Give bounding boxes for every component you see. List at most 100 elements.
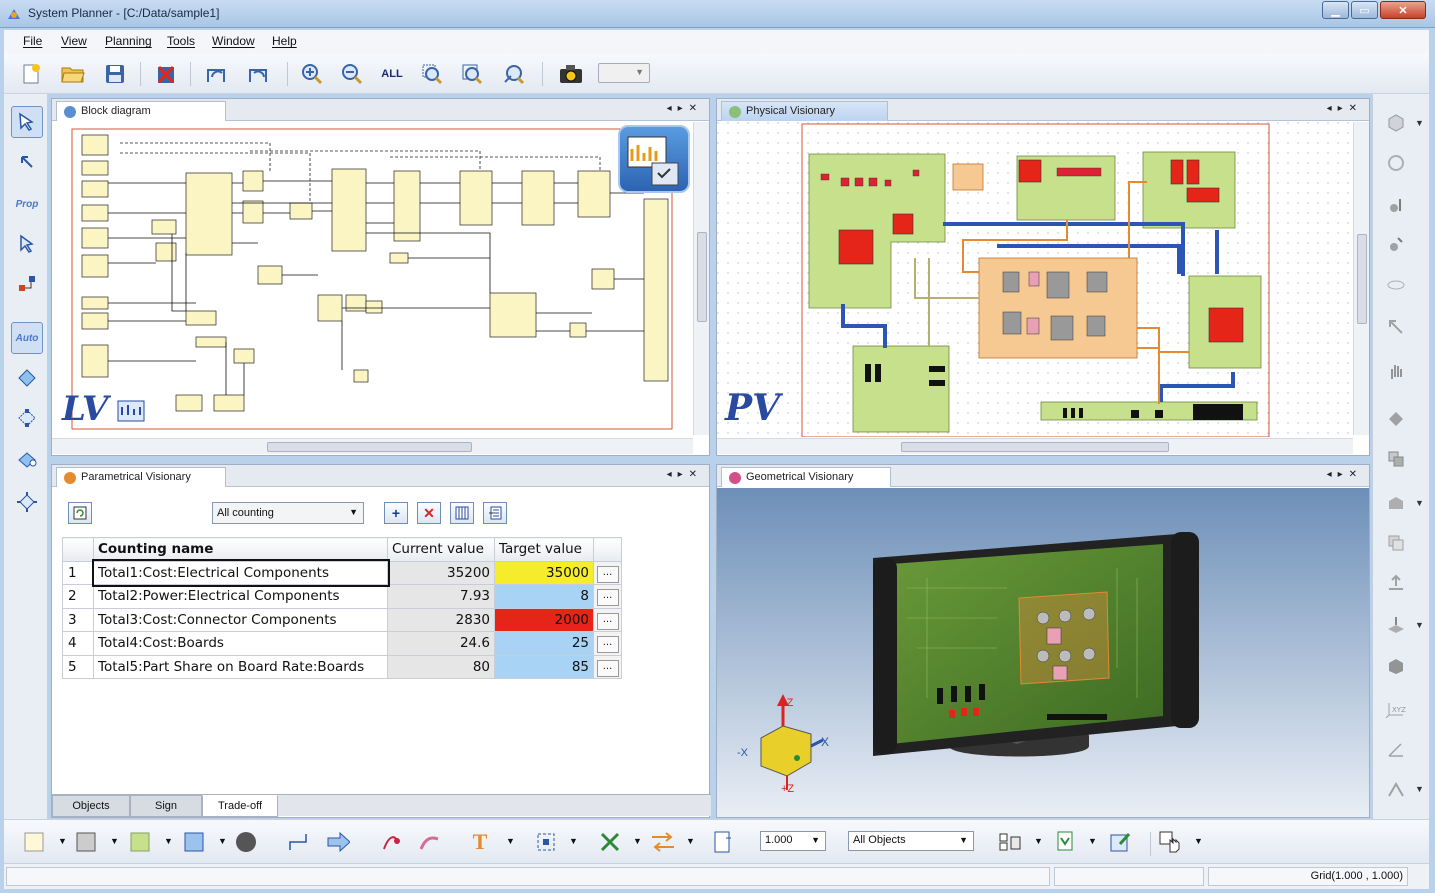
close-button[interactable]: ✕ xyxy=(1380,1,1426,19)
rotate-free-icon[interactable] xyxy=(1381,230,1411,260)
menu-help[interactable]: Help xyxy=(272,34,297,48)
column-header-current-value[interactable]: Current value xyxy=(387,537,495,562)
chevron-down-icon[interactable]: ▼ xyxy=(569,836,578,846)
pin-route-icon[interactable] xyxy=(418,830,442,854)
arrow-right-icon[interactable] xyxy=(326,830,350,854)
scroll-thumb[interactable] xyxy=(267,442,472,452)
open-folder-icon[interactable] xyxy=(58,60,88,88)
menu-planning[interactable]: Planning xyxy=(105,34,152,48)
shape-fill-icon[interactable] xyxy=(182,830,206,854)
row-details-button[interactable]: ... xyxy=(596,612,619,630)
panel-nav-icons[interactable]: ◂▸✕ xyxy=(667,469,703,480)
table-row[interactable]: 2 Total2:Power:Electrical Components 7.93 8… xyxy=(62,584,622,609)
pointer-icon[interactable] xyxy=(11,148,43,180)
select-region-icon[interactable] xyxy=(534,830,558,854)
rotate-view-icon[interactable] xyxy=(1381,148,1411,178)
tab-physical-visionary[interactable]: Physical Visionary xyxy=(721,101,888,121)
connector-line-icon[interactable] xyxy=(286,830,310,854)
connect-icon[interactable] xyxy=(11,268,43,300)
column-header-counting-name[interactable]: Counting name xyxy=(93,537,388,562)
row-details-button[interactable]: ... xyxy=(596,659,619,677)
menu-view[interactable]: View xyxy=(61,34,87,48)
delete-row-button[interactable]: ✕ xyxy=(417,502,441,524)
chart-badge-icon[interactable] xyxy=(618,125,690,193)
chevron-down-icon[interactable]: ▼ xyxy=(1415,118,1424,128)
place-on-board-icon[interactable] xyxy=(1381,610,1411,640)
zoom-3d-icon[interactable] xyxy=(1381,312,1411,342)
move-object-icon[interactable] xyxy=(1381,404,1411,434)
new-file-icon[interactable] xyxy=(16,60,46,88)
circle-shape-icon[interactable] xyxy=(234,830,258,854)
tab-parametrical-visionary[interactable]: Parametrical Visionary xyxy=(56,467,226,487)
pin-connect-icon[interactable] xyxy=(380,830,404,854)
minimize-button[interactable]: ▁ xyxy=(1322,1,1349,19)
select-arrow-icon[interactable] xyxy=(11,106,43,138)
delete-icon[interactable] xyxy=(151,60,181,88)
chevron-down-icon[interactable]: ▼ xyxy=(686,836,695,846)
orbit-icon[interactable] xyxy=(1381,270,1411,300)
chevron-down-icon[interactable]: ▼ xyxy=(1415,784,1424,794)
panel-nav-icons[interactable]: ◂▸✕ xyxy=(1327,103,1363,114)
row-details-button[interactable]: ... xyxy=(596,565,619,583)
refresh-icon[interactable] xyxy=(68,502,92,524)
node-select-icon[interactable] xyxy=(11,402,43,434)
edit-shape-icon[interactable] xyxy=(11,444,43,476)
chevron-down-icon[interactable]: ▼ xyxy=(110,836,119,846)
counting-name-cell[interactable]: Total3:Cost:Connector Components xyxy=(93,607,388,632)
scroll-thumb[interactable] xyxy=(1357,234,1367,324)
extrude-icon[interactable] xyxy=(1381,488,1411,518)
scale-select[interactable]: 1.000 ▼ xyxy=(760,831,826,851)
table-row[interactable]: 5 Total5:Part Share on Board Rate:Boards 8… xyxy=(62,654,622,679)
tab-geometrical-visionary[interactable]: Geometrical Visionary xyxy=(721,467,891,487)
menu-window[interactable]: Window xyxy=(212,34,255,48)
3d-viewport[interactable] xyxy=(717,488,1369,817)
horizontal-scrollbar[interactable] xyxy=(52,438,693,454)
xyz-coordinate-icon[interactable]: XYZ xyxy=(1381,694,1411,724)
panel-nav-icons[interactable]: ◂▸✕ xyxy=(667,103,703,114)
counting-name-cell[interactable]: Total1:Cost:Electrical Components xyxy=(91,559,390,587)
tab-sign[interactable]: Sign xyxy=(130,795,202,817)
toolbar-combo[interactable]: ▼ xyxy=(598,63,650,83)
zoom-out-icon[interactable] xyxy=(337,60,367,88)
scroll-thumb[interactable] xyxy=(901,442,1169,452)
fill-color-icon[interactable] xyxy=(22,830,46,854)
chevron-down-icon[interactable]: ▼ xyxy=(1415,498,1424,508)
zoom-previous-icon[interactable] xyxy=(499,60,529,88)
filter-icon[interactable] xyxy=(1054,830,1078,854)
swap-arrows-icon[interactable] xyxy=(650,830,674,854)
align-stack-icon[interactable] xyxy=(1381,444,1411,474)
undo-icon[interactable] xyxy=(202,60,232,88)
auto-place-icon[interactable] xyxy=(598,830,622,854)
pan-hand-icon[interactable] xyxy=(1381,356,1411,386)
chevron-down-icon[interactable]: ▼ xyxy=(633,836,642,846)
text-tool-icon[interactable]: T xyxy=(468,829,492,854)
hand-cursor-icon[interactable] xyxy=(1158,830,1182,854)
tab-trade-off[interactable]: Trade-off xyxy=(202,795,278,817)
table-row[interactable]: 4 Total4:Cost:Boards 24.6 25... xyxy=(62,631,622,656)
scroll-thumb[interactable] xyxy=(697,232,707,322)
page-insert-icon[interactable] xyxy=(710,830,734,854)
physical-layout-canvas[interactable] xyxy=(717,122,1353,437)
export-table-icon[interactable] xyxy=(483,502,507,524)
zoom-in-icon[interactable] xyxy=(297,60,327,88)
counting-name-cell[interactable]: Total4:Cost:Boards xyxy=(93,631,388,656)
move-handles-icon[interactable] xyxy=(11,486,43,518)
rotate-axis-icon[interactable] xyxy=(1381,190,1411,220)
solid-box-icon[interactable] xyxy=(1381,650,1411,680)
menu-file[interactable]: File xyxy=(23,34,42,48)
counting-name-cell[interactable]: Total2:Power:Electrical Components xyxy=(93,584,388,609)
cube-view-icon[interactable] xyxy=(1381,108,1411,138)
measure-angle-icon[interactable] xyxy=(1381,734,1411,764)
zoom-all-icon[interactable]: ALL xyxy=(377,60,407,88)
snap-icon[interactable] xyxy=(1381,774,1411,804)
columns-icon[interactable] xyxy=(450,502,474,524)
chevron-down-icon[interactable]: ▼ xyxy=(1415,620,1424,630)
menu-tools[interactable]: Tools xyxy=(167,34,195,48)
edit-properties-icon[interactable] xyxy=(1108,830,1132,854)
table-row[interactable]: 1 Total1:Cost:Electrical Components 35200 3… xyxy=(62,559,622,587)
chevron-down-icon[interactable]: ▼ xyxy=(164,836,173,846)
column-header-target-value[interactable]: Target value xyxy=(494,537,594,562)
align-grid-icon[interactable] xyxy=(998,830,1022,854)
copy-3d-icon[interactable] xyxy=(1381,528,1411,558)
horizontal-scrollbar[interactable] xyxy=(717,438,1353,454)
